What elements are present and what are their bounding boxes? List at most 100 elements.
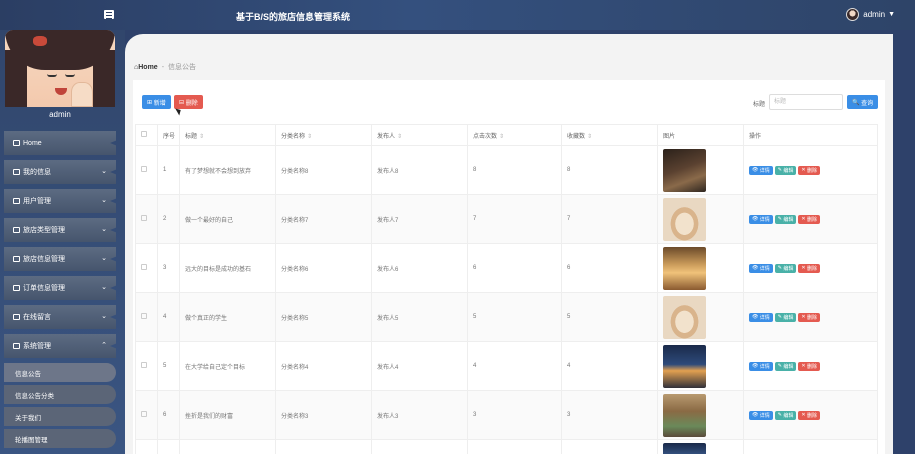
view-button[interactable]: 👁 详情 bbox=[749, 312, 773, 322]
col-header-image: 图片 bbox=[657, 124, 744, 146]
row-checkbox[interactable] bbox=[135, 341, 158, 391]
sidebar-item-home[interactable]: Home bbox=[4, 131, 116, 155]
breadcrumb: ⌂Home - 信息公告 bbox=[134, 64, 197, 71]
content-panel: ⌂Home - 信息公告 ⊞ 新增 ⊟ 删除 标题 标题 🔍 查询 序号 标题 ⇕ bbox=[125, 34, 893, 454]
col-header-category[interactable]: 分类名称 ⇕ bbox=[275, 124, 372, 146]
chevron-down-icon: ⌄ bbox=[101, 226, 107, 233]
thumbnail-image[interactable] bbox=[663, 197, 706, 241]
delete-button[interactable]: ✕ 删除 bbox=[798, 165, 820, 175]
sidebar-item-my-info[interactable]: 我的信息 ⌄ bbox=[4, 160, 116, 184]
cell-actions: 👁 详情 ✎ 编辑 ✕ 删除 bbox=[743, 390, 878, 440]
search-input[interactable]: 标题 bbox=[769, 94, 843, 110]
cell-no: 1 bbox=[157, 145, 180, 195]
delete-button[interactable]: ✕ 删除 bbox=[798, 263, 820, 273]
cell-category: 分类名称6 bbox=[275, 243, 372, 293]
view-button[interactable]: 👁 详情 bbox=[749, 214, 773, 224]
edit-button[interactable]: ✎ 编辑 bbox=[774, 361, 797, 371]
row-checkbox[interactable] bbox=[135, 243, 158, 293]
add-button[interactable]: ⊞ 新增 bbox=[142, 95, 171, 109]
cell-image bbox=[657, 145, 744, 195]
cell-title: 做一个最好的自己 bbox=[179, 194, 276, 244]
app-title: 基于B/S的旅店信息管理系统 bbox=[236, 12, 351, 22]
cell-publisher: 发布人8 bbox=[371, 145, 468, 195]
sidebar-item-label: 我的信息 bbox=[23, 169, 51, 176]
submenu-item-notice[interactable]: 信息公告 bbox=[4, 363, 116, 382]
sidebar-item-label: 用户管理 bbox=[23, 198, 51, 205]
profile-name: admin bbox=[49, 110, 71, 119]
sidebar-item-orders[interactable]: 订单信息管理 ⌄ bbox=[4, 276, 116, 300]
chevron-down-icon: ⌄ bbox=[101, 284, 107, 291]
sidebar-item-label: Home bbox=[23, 139, 42, 147]
table-row: 3 远大的目标是成功的基石 分类名称6 发布人6 6 6 👁 详情 ✎ 编辑 ✕… bbox=[135, 243, 878, 293]
breadcrumb-home[interactable]: ⌂Home bbox=[134, 64, 158, 71]
main-area: ⌂Home - 信息公告 ⊞ 新增 ⊟ 删除 标题 标题 🔍 查询 序号 标题 ⇕ bbox=[125, 30, 915, 454]
col-header-favorites[interactable]: 收藏数 ⇕ bbox=[561, 124, 658, 146]
row-checkbox[interactable] bbox=[135, 390, 158, 440]
table-row: 4 做个真正的学生 分类名称5 发布人5 5 5 👁 详情 ✎ 编辑 ✕ 删除 bbox=[135, 292, 878, 342]
cell-clicks: 3 bbox=[467, 390, 562, 440]
cell-publisher: 发布人6 bbox=[371, 243, 468, 293]
thumbnail-image[interactable] bbox=[663, 393, 706, 437]
sidebar-item-hotel-types[interactable]: 旅店类型管理 ⌄ bbox=[4, 218, 116, 242]
users-icon bbox=[13, 198, 20, 204]
delete-button[interactable]: ✕ 删除 bbox=[798, 312, 820, 322]
table-row: 6 挫折是我们的财富 分类名称3 发布人3 3 3 👁 详情 ✎ 编辑 ✕ 删除 bbox=[135, 390, 878, 440]
thumbnail-image[interactable] bbox=[663, 295, 706, 339]
message-icon bbox=[13, 314, 20, 320]
delete-button[interactable]: ✕ 删除 bbox=[798, 214, 820, 224]
caret-down-icon: ▼ bbox=[888, 11, 895, 18]
thumbnail-image[interactable] bbox=[663, 148, 706, 192]
sidebar: admin Home 我的信息 ⌄ 用户管理 ⌄ 旅店类型管理 ⌄ 旅店信息管理… bbox=[0, 30, 125, 454]
table-header-row: 序号 标题 ⇕ 分类名称 ⇕ 发布人 ⇕ 点击次数 ⇕ 收藏数 ⇕ 图片 操作 bbox=[135, 124, 878, 146]
sidebar-item-label: 在线留言 bbox=[23, 314, 51, 321]
col-header-publisher[interactable]: 发布人 ⇕ bbox=[371, 124, 468, 146]
search-button[interactable]: 🔍 查询 bbox=[847, 95, 879, 109]
hotel-icon bbox=[13, 256, 20, 262]
sidebar-item-system[interactable]: 系统管理 ⌃ bbox=[4, 334, 116, 358]
cell-actions: 👁 详情 ✎ 编辑 ✕ 删除 bbox=[743, 243, 878, 293]
edit-button[interactable]: ✎ 编辑 bbox=[774, 165, 797, 175]
submenu-item-about[interactable]: 关于我们 bbox=[4, 407, 116, 426]
submenu-item-carousel[interactable]: 轮播图管理 bbox=[4, 429, 116, 448]
cell-image bbox=[657, 194, 744, 244]
submenu-item-notice-category[interactable]: 信息公告分类 bbox=[4, 385, 116, 404]
thumbnail-image[interactable] bbox=[663, 344, 706, 388]
delete-button[interactable]: ✕ 删除 bbox=[798, 361, 820, 371]
thumbnail-image[interactable] bbox=[663, 442, 706, 454]
row-checkbox[interactable] bbox=[135, 292, 158, 342]
edit-button[interactable]: ✎ 编辑 bbox=[774, 312, 797, 322]
cell-actions: 👁 详情 ✎ 编辑 ✕ 删除 bbox=[743, 292, 878, 342]
table-row: 5 在大学给自己定个目标 分类名称4 发布人4 4 4 👁 详情 ✎ 编辑 ✕ … bbox=[135, 341, 878, 391]
cell-publisher: 发布人4 bbox=[371, 341, 468, 391]
sidebar-item-users[interactable]: 用户管理 ⌄ bbox=[4, 189, 116, 213]
home-icon bbox=[13, 140, 20, 146]
sidebar-item-label: 系统管理 bbox=[23, 343, 51, 350]
col-header-clicks[interactable]: 点击次数 ⇕ bbox=[467, 124, 562, 146]
sidebar-item-messages[interactable]: 在线留言 ⌄ bbox=[4, 305, 116, 329]
cell-category: 分类名称7 bbox=[275, 194, 372, 244]
user-menu[interactable]: admin ▼ bbox=[846, 8, 895, 21]
cell-title: 挫折是我们的财富 bbox=[179, 390, 276, 440]
select-all-checkbox[interactable] bbox=[135, 124, 158, 146]
view-button[interactable]: 👁 详情 bbox=[749, 410, 773, 420]
cell-image bbox=[657, 292, 744, 342]
thumbnail-image[interactable] bbox=[663, 246, 706, 290]
cell-no: 6 bbox=[157, 390, 180, 440]
breadcrumb-current: 信息公告 bbox=[168, 64, 197, 71]
view-button[interactable]: 👁 详情 bbox=[749, 165, 773, 175]
row-checkbox[interactable] bbox=[135, 145, 158, 195]
cell-category: 分类名称3 bbox=[275, 390, 372, 440]
menu-toggle-icon[interactable] bbox=[104, 10, 114, 19]
cell-no: 4 bbox=[157, 292, 180, 342]
edit-button[interactable]: ✎ 编辑 bbox=[774, 410, 797, 420]
view-button[interactable]: 👁 详情 bbox=[749, 263, 773, 273]
edit-button[interactable]: ✎ 编辑 bbox=[774, 263, 797, 273]
row-checkbox[interactable] bbox=[135, 194, 158, 244]
sidebar-item-hotel-info[interactable]: 旅店信息管理 ⌄ bbox=[4, 247, 116, 271]
chevron-down-icon: ⌄ bbox=[101, 255, 107, 262]
col-header-title[interactable]: 标题 ⇕ bbox=[179, 124, 276, 146]
flag-icon bbox=[13, 285, 20, 291]
view-button[interactable]: 👁 详情 bbox=[749, 361, 773, 371]
edit-button[interactable]: ✎ 编辑 bbox=[774, 214, 797, 224]
delete-button[interactable]: ✕ 删除 bbox=[798, 410, 820, 420]
